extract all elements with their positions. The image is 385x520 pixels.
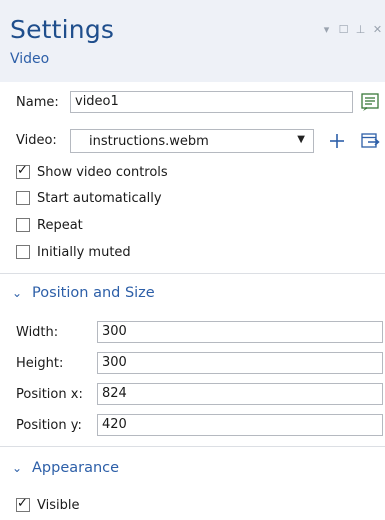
position-y-label: Position y: [16, 418, 82, 433]
initially-muted-checkbox[interactable] [16, 245, 30, 259]
close-icon[interactable]: ✕ [372, 23, 383, 36]
start-automatically-label: Start automatically [37, 190, 162, 206]
visible-label: Visible [37, 497, 80, 513]
show-video-controls-checkbox[interactable]: ✓ [16, 163, 30, 179]
position-y-field[interactable]: 420 [97, 414, 383, 436]
section-divider [0, 446, 385, 447]
chevron-down-icon: ▼ [297, 134, 305, 145]
initially-muted-label: Initially muted [37, 244, 131, 260]
pin-icon[interactable]: ⊥ [355, 23, 366, 36]
label-edit-icon [361, 93, 379, 111]
position-size-section-header[interactable]: ⌄ Position and Size [12, 282, 155, 304]
checkmark-icon: ✓ [17, 163, 28, 178]
video-label: Video: [16, 133, 57, 148]
checkmark-icon: ✓ [17, 496, 28, 511]
panel-subtitle: Video [10, 51, 50, 67]
visible-option[interactable]: ✓ Visible [16, 496, 79, 514]
add-video-button[interactable] [326, 130, 348, 152]
video-select[interactable]: instructions.webm ▼ [70, 129, 314, 153]
appearance-section-header[interactable]: ⌄ Appearance [12, 457, 119, 479]
name-field[interactable]: video1 [70, 91, 353, 113]
initially-muted-option[interactable]: Initially muted [16, 243, 131, 261]
width-label: Width: [16, 325, 59, 340]
video-select-value: instructions.webm [89, 134, 209, 149]
visible-checkbox[interactable]: ✓ [16, 496, 30, 512]
height-label: Height: [16, 356, 64, 371]
repeat-label: Repeat [37, 217, 83, 233]
panel-header: Settings Video ▾ ☐ ⊥ ✕ [0, 0, 385, 82]
browse-video-button[interactable] [359, 130, 381, 152]
position-x-field[interactable]: 824 [97, 383, 383, 405]
position-size-title: Position and Size [32, 285, 155, 301]
label-edit-button[interactable] [359, 91, 381, 113]
window-controls: ▾ ☐ ⊥ ✕ [321, 23, 383, 36]
chevron-down-icon: ⌄ [12, 286, 23, 300]
plus-icon [330, 134, 344, 148]
appearance-title: Appearance [32, 460, 120, 476]
dropdown-menu-icon[interactable]: ▾ [321, 23, 332, 36]
section-divider [0, 273, 385, 274]
maximize-icon[interactable]: ☐ [338, 23, 349, 36]
panel-title: Settings [10, 15, 115, 44]
start-automatically-option[interactable]: Start automatically [16, 189, 162, 207]
position-x-label: Position x: [16, 387, 83, 402]
width-field[interactable]: 300 [97, 321, 383, 343]
start-automatically-checkbox[interactable] [16, 191, 30, 205]
import-file-icon [361, 133, 380, 148]
repeat-checkbox[interactable] [16, 218, 30, 232]
height-field[interactable]: 300 [97, 352, 383, 374]
chevron-down-icon: ⌄ [12, 461, 23, 475]
show-video-controls-label: Show video controls [37, 164, 168, 180]
show-video-controls-option[interactable]: ✓ Show video controls [16, 163, 168, 181]
name-label: Name: [16, 95, 59, 110]
repeat-option[interactable]: Repeat [16, 216, 83, 234]
